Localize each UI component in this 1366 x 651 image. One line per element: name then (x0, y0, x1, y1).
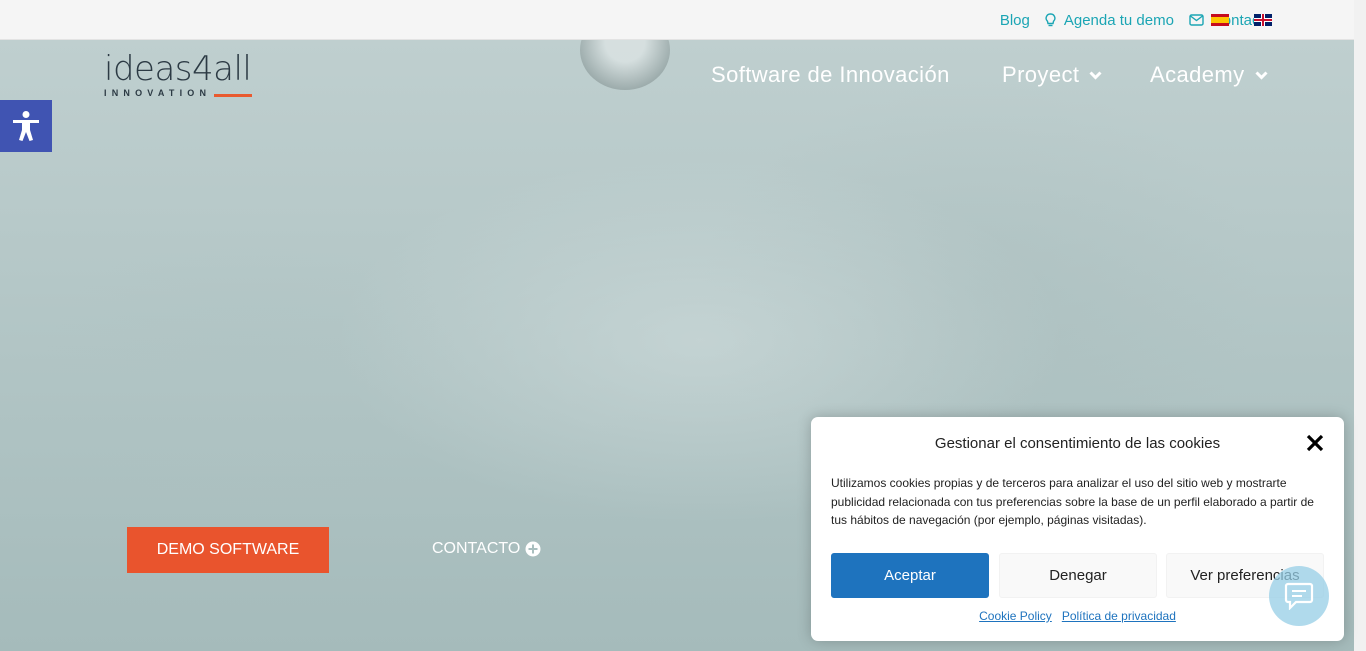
chat-button[interactable] (1269, 566, 1329, 626)
ideas4all-logo[interactable]: ideas4all INNOVATION (104, 52, 254, 102)
privacy-policy-link[interactable]: Política de privacidad (1062, 609, 1176, 623)
chat-icon (1284, 582, 1314, 610)
contacto-hero-button[interactable]: CONTACTO (432, 540, 541, 558)
top-bar: Blog Agenda tu demo Contacto (0, 0, 1354, 40)
nav-academy[interactable]: Academy (1150, 62, 1268, 88)
nav-academy-label: Academy (1150, 62, 1245, 87)
english-flag-icon[interactable] (1254, 14, 1272, 26)
plus-circle-icon (525, 541, 541, 557)
cookie-dialog-text: Utilizamos cookies propias y de terceros… (831, 476, 1314, 527)
deny-button[interactable]: Denegar (999, 553, 1157, 598)
agenda-demo-label: Agenda tu demo (1063, 11, 1174, 29)
nav-software-label: Software de Innovación (711, 62, 950, 87)
accessibility-icon (13, 111, 39, 141)
nav-proyect-label: Proyect (1002, 62, 1080, 87)
lightbulb-icon (1045, 12, 1056, 28)
cookie-consent-dialog: Gestionar el consentimiento de las cooki… (811, 417, 1344, 641)
logo-underline (214, 94, 252, 97)
nav-software-innovacion[interactable]: Software de Innovación (711, 62, 950, 88)
blog-link-label: Blog (999, 11, 1030, 29)
chevron-down-icon (1089, 70, 1102, 80)
cookie-links: Cookie Policy Política de privacidad (811, 609, 1344, 623)
chevron-down-icon (1254, 70, 1268, 80)
close-icon[interactable] (1306, 434, 1324, 452)
logo-wordmark: ideas4all (104, 49, 252, 89)
demo-software-button[interactable]: DEMO SOFTWARE (127, 527, 329, 573)
logo-subtitle-text: INNOVATION (104, 88, 212, 98)
agenda-demo-link[interactable]: Agenda tu demo (1045, 12, 1174, 29)
envelope-icon (1189, 14, 1204, 26)
spanish-flag-icon[interactable] (1211, 14, 1229, 26)
cookie-policy-link[interactable]: Cookie Policy (979, 609, 1052, 623)
scrollbar[interactable] (1354, 0, 1366, 651)
accept-button[interactable]: Aceptar (831, 553, 989, 598)
nav-proyect[interactable]: Proyect (1002, 62, 1102, 88)
cookie-dialog-title: Gestionar el consentimiento de las cooki… (934, 435, 1221, 452)
contacto-hero-label: CONTACTO (432, 540, 521, 557)
blog-link[interactable]: Blog (1000, 12, 1030, 29)
accessibility-button[interactable] (0, 100, 52, 152)
language-switcher (1211, 14, 1272, 26)
